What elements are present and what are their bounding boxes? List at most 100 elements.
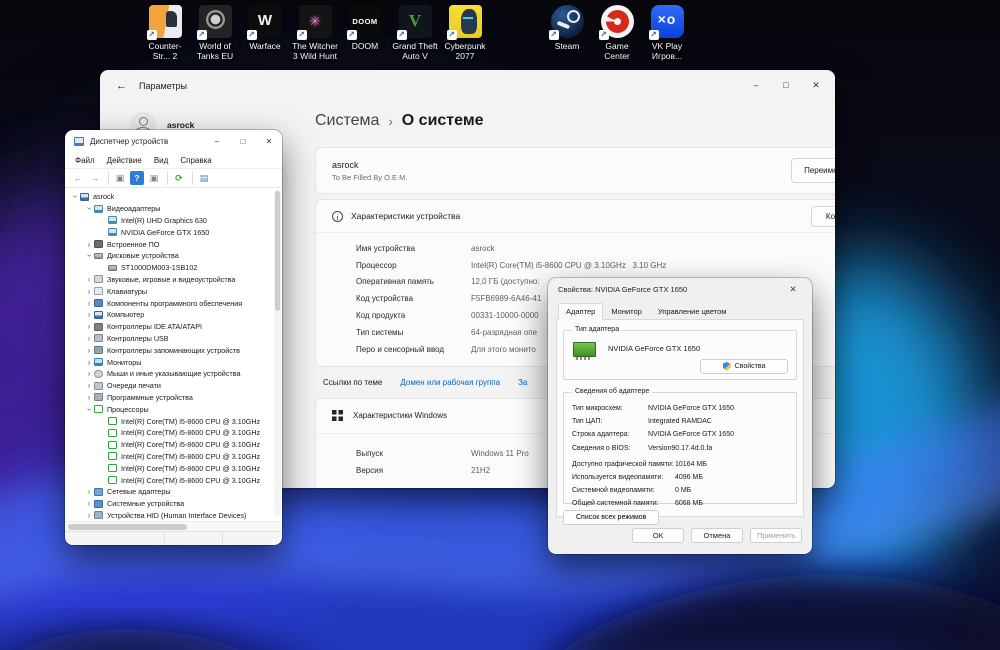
close-icon[interactable]: ✕ [801,72,831,98]
tree-item[interactable]: Intel(R) Core(TM) i5-8600 CPU @ 3.10GHz [65,427,282,439]
console-icon[interactable] [108,171,127,185]
tree-item[interactable]: Контроллеры USB [65,333,282,345]
computer-icon [80,192,89,201]
back-icon[interactable] [71,171,85,185]
maximize-icon[interactable]: □ [771,72,801,98]
tree-expander-icon[interactable] [84,346,94,355]
breadcrumb-parent[interactable]: Система [315,112,379,130]
vertical-scrollbar[interactable] [274,190,281,516]
tree-item[interactable]: NVIDIA GeForce GTX 1650 [65,226,282,238]
tree-expander-icon[interactable] [84,499,94,508]
tree-expander-icon[interactable] [84,322,94,331]
dialog-tab[interactable]: Монитор [603,303,650,320]
tree-item[interactable]: Компоненты программного обеспечения [65,297,282,309]
minimize-icon[interactable]: – [204,131,230,152]
tree-expander-icon[interactable] [84,299,94,308]
dialog-titlebar[interactable]: Свойства: NVIDIA GeForce GTX 1650 ✕ [548,278,812,300]
tree-expander-icon[interactable] [84,240,94,249]
tree-expander-icon[interactable] [70,192,80,201]
close-icon[interactable]: ✕ [784,284,802,295]
desktop-shortcut[interactable]: Grand Theft Auto V [390,5,440,61]
tree-expander-icon[interactable] [84,487,94,496]
desktop-shortcut[interactable]: VK Play Игров... [642,5,692,61]
tree-expander-icon[interactable] [84,310,94,319]
tree-expander-icon[interactable] [84,369,94,378]
desktop-icons: Counter-Str... 2 World of Tanks EU Warfa… [140,5,692,61]
desktop-shortcut[interactable]: Steam [542,5,592,61]
desktop-shortcut[interactable]: Warface [240,5,290,61]
forward-icon[interactable] [88,171,102,185]
tree-item[interactable]: ST1000DM003-1SB102 [65,262,282,274]
tree-item[interactable]: Встроенное ПО [65,238,282,250]
tree-item[interactable]: Очереди печати [65,380,282,392]
tree-item[interactable]: Системные устройства [65,498,282,510]
tree-item[interactable]: Мониторы [65,356,282,368]
tree-expander-icon[interactable] [84,511,94,520]
tree-item[interactable]: Intel(R) Core(TM) i5-8600 CPU @ 3.10GHz [65,474,282,486]
tree-item[interactable]: Видеоадаптеры [65,203,282,215]
tree-expander-icon[interactable] [84,334,94,343]
tree-item[interactable]: Intel(R) Core(TM) i5-8600 CPU @ 3.10GHz [65,462,282,474]
scan-icon[interactable] [167,171,186,185]
tree-expander-icon[interactable] [84,381,94,390]
tree-item[interactable]: Мыши и иные указывающие устройства [65,368,282,380]
related-link[interactable]: За [518,378,527,387]
minimize-icon[interactable]: – [741,72,771,98]
tree-item-label: Очереди печати [107,381,161,391]
tree-expander-icon[interactable] [84,287,94,296]
tree-expander-icon[interactable] [84,204,94,213]
close-icon[interactable]: ✕ [256,131,282,152]
desktop-shortcut[interactable]: DOOM [340,5,390,61]
ok-button[interactable]: ОК [632,528,684,543]
rename-pc-button[interactable]: Переименовать этот ПК [791,158,835,183]
desktop-shortcut-label: Warface [249,41,281,51]
processor-icon [108,452,117,461]
tree-item[interactable]: Контроллеры IDE ATA/ATAPI [65,321,282,333]
adapter-properties-button[interactable]: Свойства [700,359,788,374]
menu-item[interactable]: Действие [101,156,148,165]
menu-item[interactable]: Справка [174,156,217,165]
dialog-tab[interactable]: Управление цветом [650,303,735,320]
tree-item[interactable]: Intel(R) UHD Graphics 630 [65,215,282,227]
desktop-shortcut[interactable]: Game Center [592,5,642,61]
tree-item[interactable]: Компьютер [65,309,282,321]
tree-item[interactable]: Программные устройства [65,392,282,404]
back-icon[interactable]: ← [116,80,127,92]
tree-item[interactable]: Intel(R) Core(TM) i5-8600 CPU @ 3.10GHz [65,451,282,463]
menu-item[interactable]: Вид [148,156,174,165]
scrollbar-thumb[interactable] [68,524,188,530]
tree-item[interactable]: Intel(R) Core(TM) i5-8600 CPU @ 3.10GHz [65,439,282,451]
desktop-shortcut[interactable]: Cyberpunk 2077 [440,5,490,61]
tree-item[interactable]: Звуковые, игровые и видеоустройства [65,274,282,286]
copy-button[interactable]: Копировать [810,205,835,227]
desktop-shortcut[interactable]: World of Tanks EU [190,5,240,61]
maximize-icon[interactable]: □ [230,131,256,152]
list-all-modes-button[interactable]: Список всех режимов [563,510,660,525]
desktop-shortcut[interactable]: The Witcher 3 Wild Hunt [290,5,340,61]
horizontal-scrollbar[interactable] [65,521,282,531]
device-manager-titlebar[interactable]: Диспетчер устройств – □ ✕ [65,130,282,153]
tree-item[interactable]: asrock [65,191,282,203]
tree-expander-icon[interactable] [84,405,94,414]
tree-expander-icon[interactable] [84,251,94,260]
tree-item[interactable]: Устройства HID (Human Interface Devices) [65,510,282,521]
tree-item[interactable]: Сетевые адаптеры [65,486,282,498]
dialog-tab[interactable]: Адаптер [558,303,604,320]
device-specs-header[interactable]: Характеристики устройства Копировать [316,200,835,232]
monitor-icon[interactable] [192,171,211,185]
tree-item[interactable]: Клавиатуры [65,285,282,297]
tree-expander-icon[interactable] [84,393,94,402]
related-link[interactable]: Домен или рабочая группа [400,378,500,387]
properties-icon[interactable] [147,171,161,185]
tree-item[interactable]: Дисковые устройства [65,250,282,262]
tree-item[interactable]: Контроллеры запоминающих устройств [65,344,282,356]
menu-item[interactable]: Файл [69,156,101,165]
desktop-shortcut[interactable]: Counter-Str... 2 [140,5,190,61]
tree-item[interactable]: Процессоры [65,403,282,415]
cancel-button[interactable]: Отмена [691,528,743,543]
help-icon[interactable] [130,171,144,185]
tree-item[interactable]: Intel(R) Core(TM) i5-8600 CPU @ 3.10GHz [65,415,282,427]
scrollbar-thumb[interactable] [275,191,280,311]
tree-expander-icon[interactable] [84,358,94,367]
tree-expander-icon[interactable] [84,275,94,284]
